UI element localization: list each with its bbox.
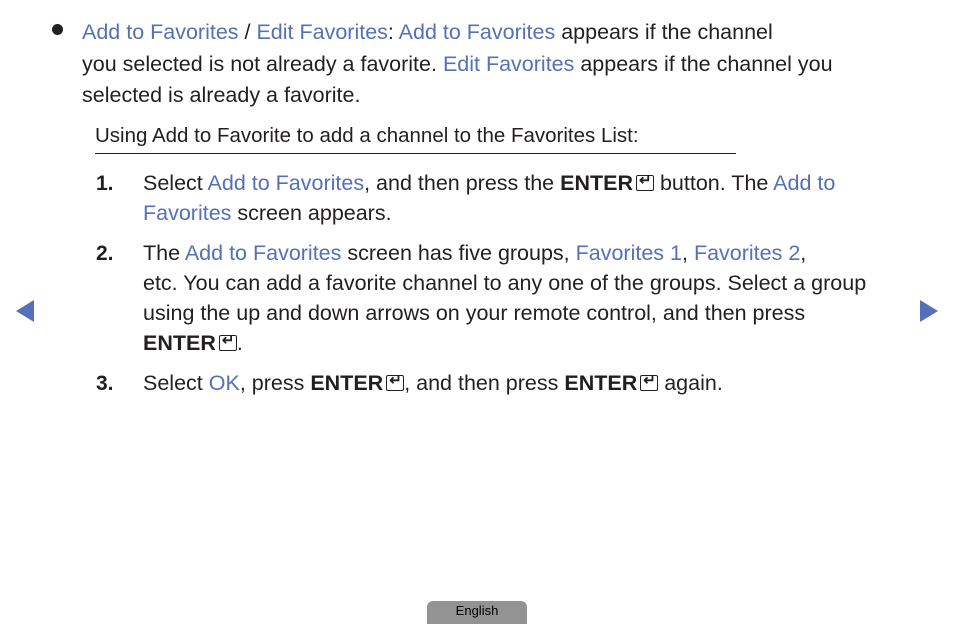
term: Favorites: [143, 201, 232, 225]
term: Favorites 1: [575, 241, 682, 265]
term: Add to Favorites: [184, 241, 342, 265]
text: ,: [800, 241, 807, 265]
text: /: [238, 20, 257, 44]
step-1-line-2: Favorites screen appears.: [143, 201, 392, 226]
enter-icon: [218, 331, 237, 351]
language-tab[interactable]: English: [427, 601, 527, 624]
term-edit-favorites: Edit Favorites: [256, 20, 388, 44]
text: appears if the channel you: [574, 52, 833, 76]
bullet-line-1: Add to Favorites / Edit Favorites: Add t…: [82, 20, 773, 45]
text: Select: [143, 371, 209, 395]
text: , and then press the: [364, 171, 561, 195]
text: ,: [681, 241, 694, 265]
text: button. The: [654, 171, 774, 195]
step-1-line-1: Select Add to Favorites, and then press …: [143, 171, 835, 196]
term: Add to Favorites: [207, 171, 365, 195]
text: screen has five groups,: [341, 241, 576, 265]
text: , and then press: [404, 371, 565, 395]
text: :: [387, 20, 399, 44]
section-heading: Using Add to Favorite to add a channel t…: [95, 124, 736, 154]
bullet-line-3: selected is already a favorite.: [82, 83, 361, 107]
text: , press: [239, 371, 311, 395]
term-add-to-favorites: Add to Favorites: [82, 20, 239, 44]
step-3-line-1: Select OK, press ENTER, and then press E…: [143, 371, 723, 396]
enter-key-label: ENTER: [310, 371, 384, 395]
step-2-line-1: The Add to Favorites screen has five gro…: [143, 241, 806, 266]
previous-page-arrow-icon[interactable]: [16, 300, 34, 322]
enter-icon: [636, 171, 654, 191]
step-2-line-3: using the up and down arrows on your rem…: [143, 301, 806, 325]
enter-key-label: ENTER: [564, 371, 638, 395]
text: .: [236, 331, 243, 355]
step-number: 1.: [96, 172, 114, 195]
term: Add to: [773, 171, 836, 195]
step-2-line-4: ENTER.: [143, 331, 243, 356]
term: Favorites 2: [693, 241, 801, 265]
text: The: [143, 241, 185, 265]
text: again.: [658, 371, 723, 395]
text: Select: [143, 171, 208, 195]
term-edit-favorites: Edit Favorites: [442, 52, 575, 76]
text: you selected is not already a favorite.: [82, 52, 443, 76]
next-page-arrow-icon[interactable]: [920, 300, 938, 322]
step-number: 3.: [96, 372, 114, 395]
enter-icon: [386, 371, 405, 391]
enter-icon: [640, 371, 659, 391]
step-2-line-2: etc. You can add a favorite channel to a…: [143, 271, 867, 295]
step-number: 2.: [96, 242, 114, 265]
bullet-line-2: you selected is not already a favorite. …: [82, 52, 833, 77]
text: screen appears.: [231, 201, 392, 225]
enter-key-label: ENTER: [560, 171, 633, 195]
enter-key-label: ENTER: [143, 331, 216, 355]
bullet-dot: [52, 24, 63, 35]
text: appears if the channel: [555, 20, 773, 44]
term-add-to-favorites: Add to Favorites: [398, 20, 556, 44]
term: OK: [208, 371, 240, 395]
